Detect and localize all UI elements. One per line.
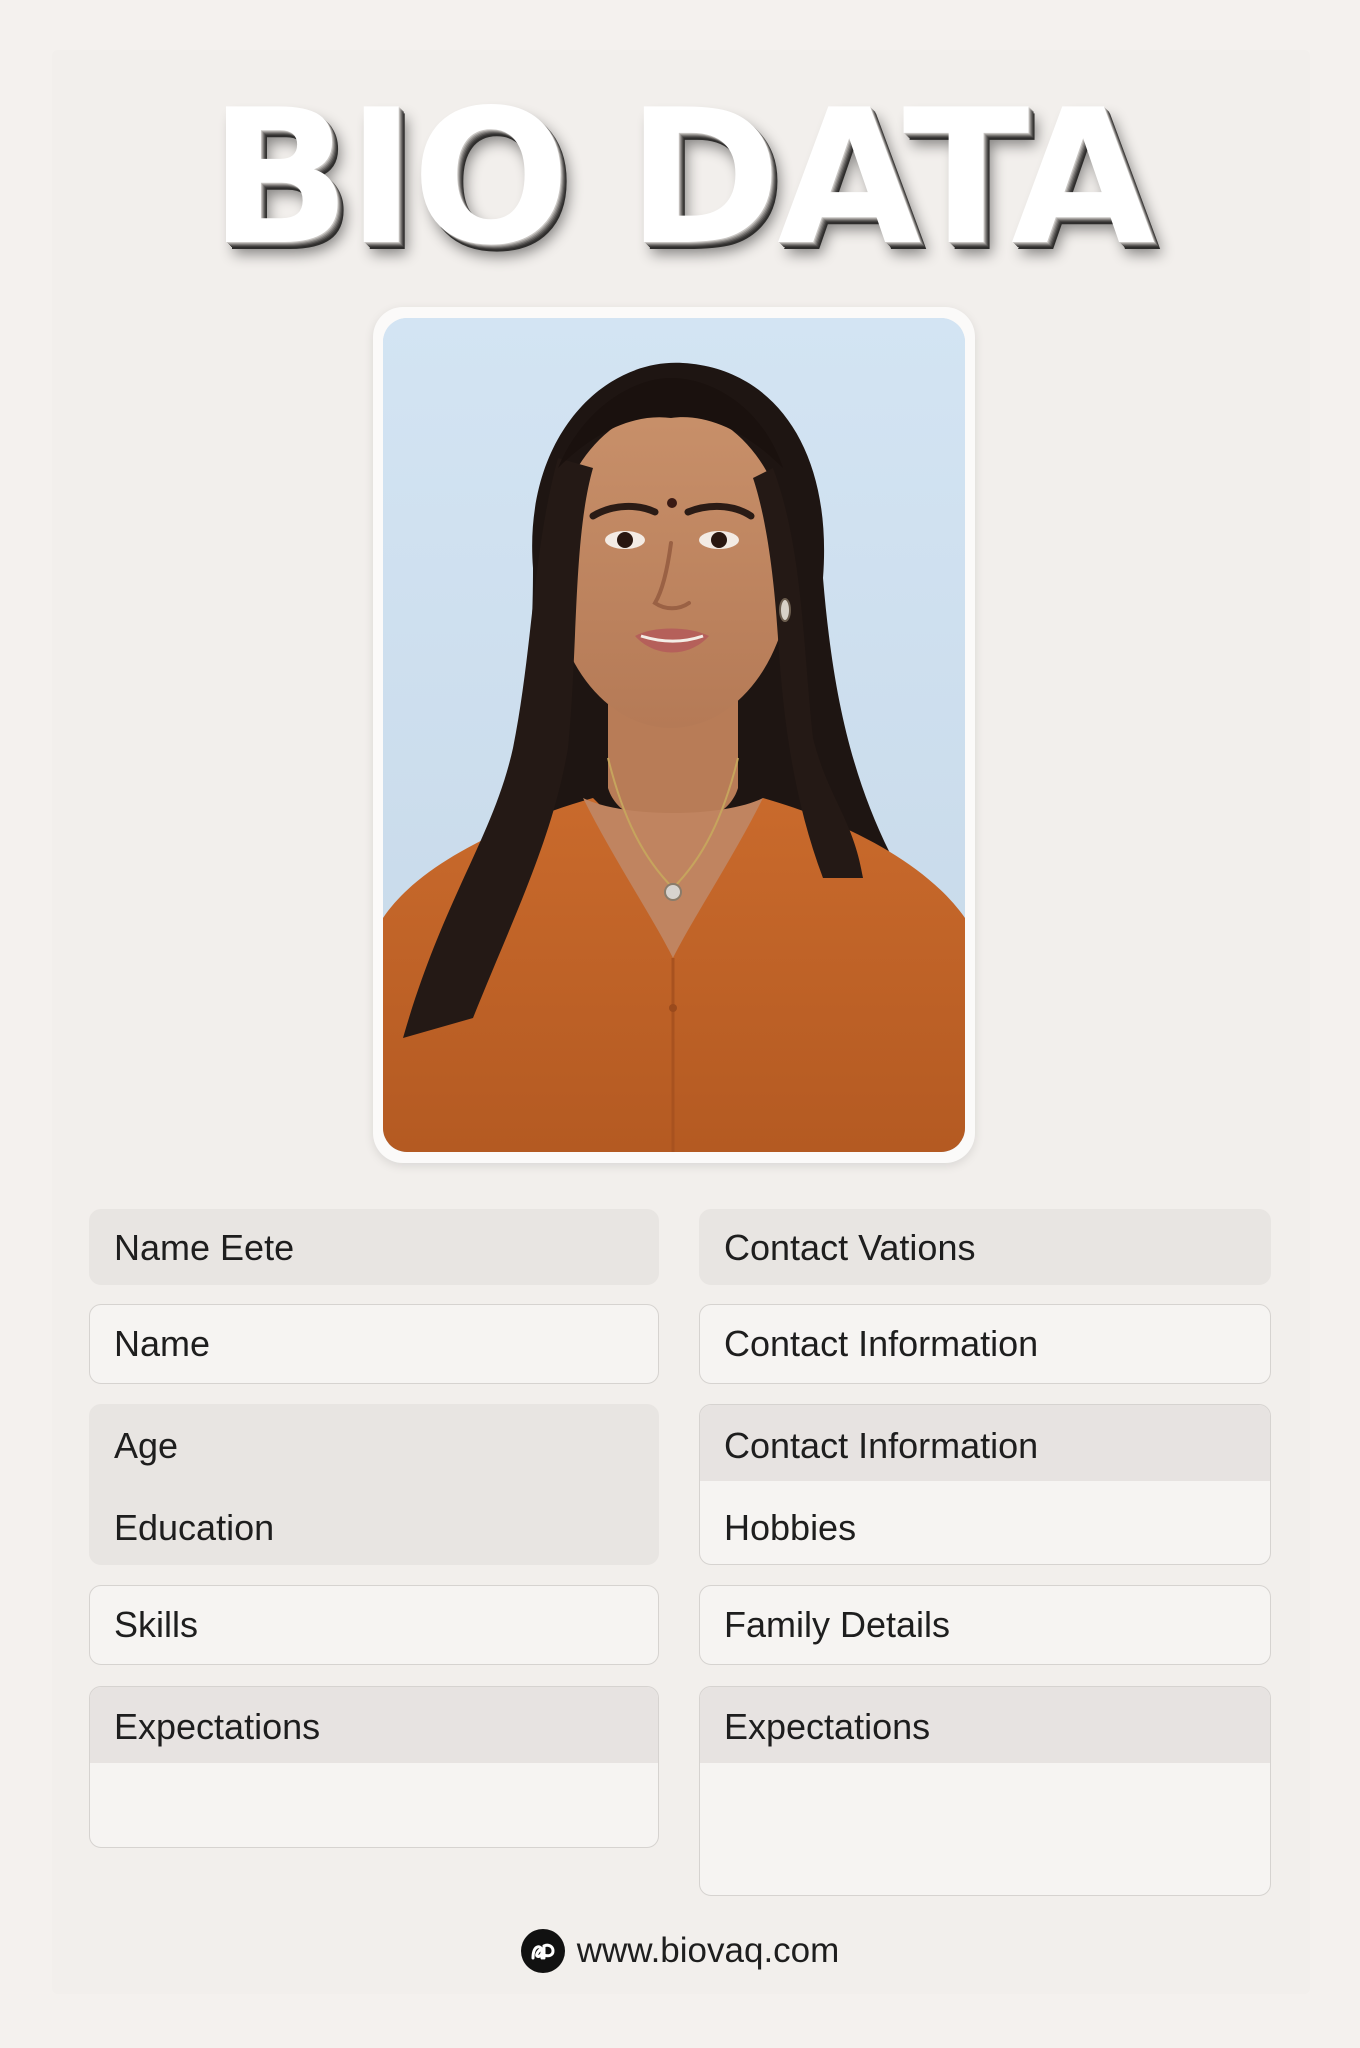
field-label: Expectations: [114, 1706, 321, 1747]
field-label-contact: Contact Information: [724, 1425, 1039, 1466]
page-title: BIO DATA: [208, 69, 1155, 286]
field-label: Expectations: [724, 1706, 931, 1747]
biovaq-logo-icon: [520, 1929, 565, 1973]
field-contact-information[interactable]: Contact Information: [699, 1304, 1271, 1384]
field-label: Skills: [114, 1604, 199, 1645]
footer: www.biovaq.com: [0, 1928, 1360, 1974]
field-label: Contact Vations: [724, 1227, 976, 1268]
field-name[interactable]: Name: [89, 1304, 659, 1384]
field-family-details[interactable]: Family Details: [699, 1585, 1271, 1665]
profile-photo-frame: [373, 307, 975, 1163]
website-link[interactable]: www.biovaq.com: [577, 1931, 840, 1971]
field-label-hobbies: Hobbies: [724, 1507, 857, 1548]
field-expectations-right[interactable]: Expectations: [699, 1686, 1271, 1896]
field-label: Name: [114, 1323, 211, 1364]
field-skills[interactable]: Skills: [89, 1585, 659, 1665]
field-label: Contact Information: [724, 1323, 1039, 1364]
field-label: Family Details: [724, 1604, 951, 1645]
profile-photo: [383, 318, 965, 1152]
portrait-illustration: [383, 318, 965, 1152]
field-name-eete[interactable]: Name Eete: [89, 1209, 659, 1285]
field-label-age: Age: [114, 1425, 179, 1466]
field-contact-vations[interactable]: Contact Vations: [699, 1209, 1271, 1285]
field-age-education[interactable]: Age Education: [89, 1404, 659, 1565]
field-expectations-left[interactable]: Expectations: [89, 1686, 659, 1848]
field-label-education: Education: [114, 1507, 275, 1548]
field-label: Name Eete: [114, 1227, 295, 1268]
field-contact-hobbies[interactable]: Contact Information Hobbies: [699, 1404, 1271, 1565]
